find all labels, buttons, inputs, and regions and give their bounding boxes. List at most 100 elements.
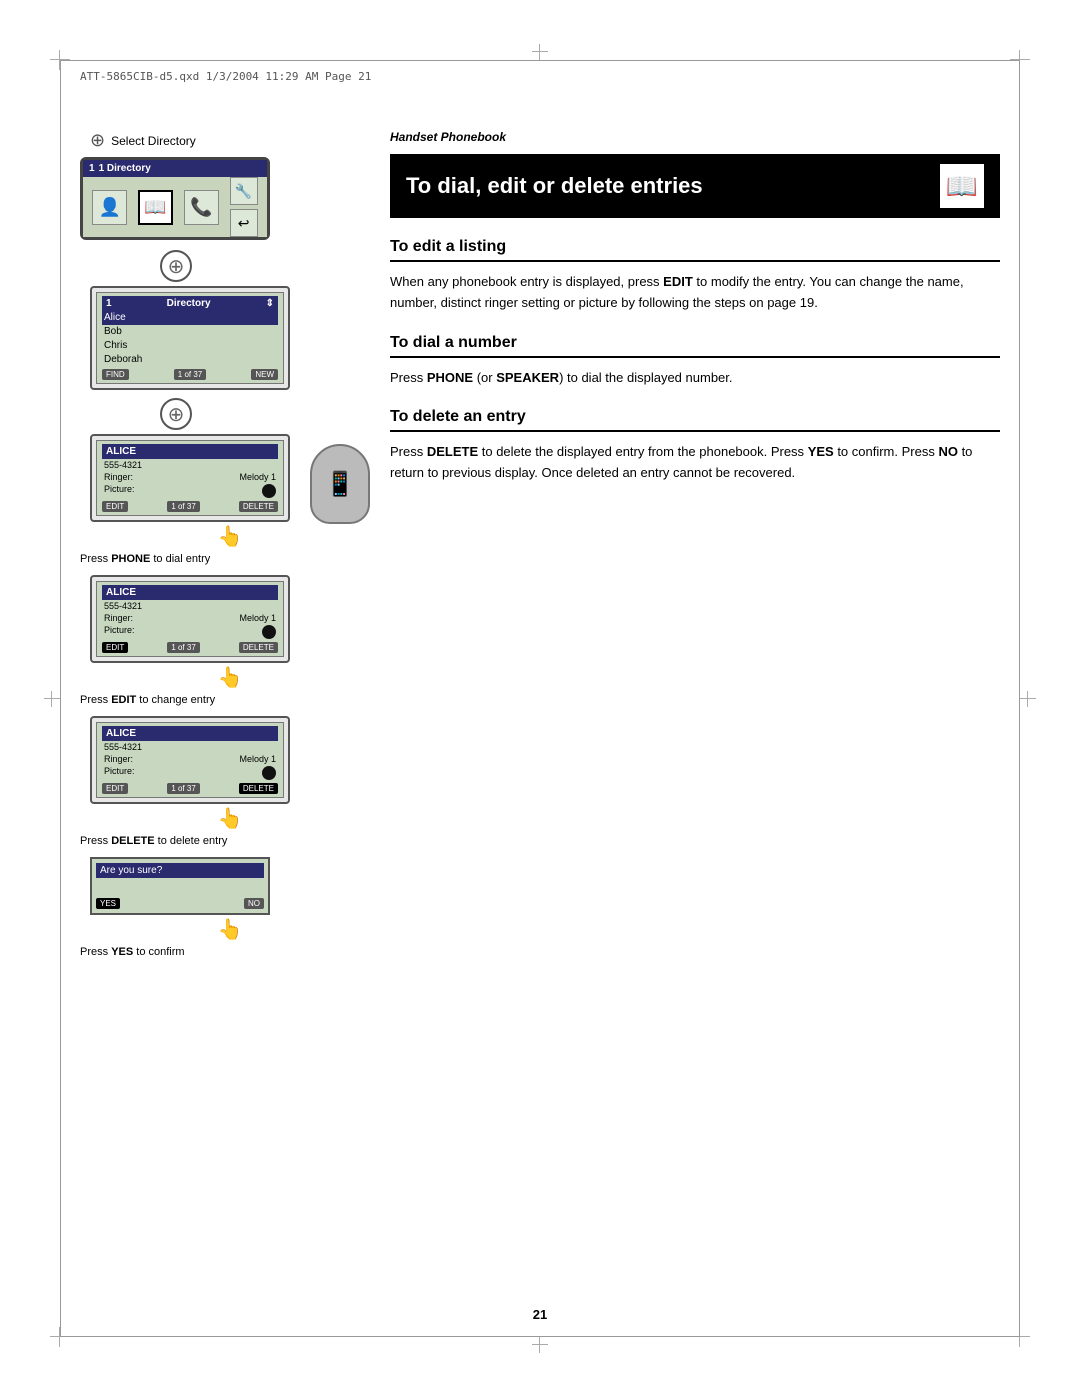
hand-cursor-2: 👆 bbox=[110, 665, 350, 690]
screen5-inner: ALICE 555-4321 Ringer: Melody 1 Picture:… bbox=[96, 722, 284, 798]
screen3-ringer-val: Melody 1 bbox=[239, 472, 276, 482]
softkey-count2: 1 of 37 bbox=[167, 501, 199, 512]
softkey-new: NEW bbox=[251, 369, 278, 380]
softkey-find: FIND bbox=[102, 369, 129, 380]
screen3-picture: Picture: bbox=[102, 483, 278, 499]
screen5-name: ALICE bbox=[102, 726, 278, 741]
screen4-softkeys: EDIT 1 of 37 DELETE bbox=[102, 642, 278, 653]
section-edit-heading: To edit a listing bbox=[390, 238, 1000, 262]
screen2-title: Directory bbox=[167, 298, 211, 309]
caption-delete: Press DELETE to delete entry bbox=[80, 835, 350, 847]
screen3-num-val: 555-4321 bbox=[104, 460, 142, 470]
first-phone-screen: 1 1 Directory 👤 📖 📞 🔧 ↩ bbox=[80, 157, 270, 240]
title-book-icon: 📖 bbox=[940, 164, 984, 208]
softkey-edit3: EDIT bbox=[102, 783, 128, 794]
softkey-count3: 1 of 37 bbox=[167, 642, 199, 653]
icon-book: 📖 bbox=[138, 190, 173, 225]
screen4-number: 555-4321 bbox=[102, 600, 278, 612]
screen3-picture-val bbox=[262, 484, 276, 498]
screen5-number: 555-4321 bbox=[102, 741, 278, 753]
screen3-picture-label: Picture: bbox=[104, 484, 135, 498]
screen2-softkeys: FIND 1 of 37 NEW bbox=[102, 369, 278, 380]
icon-group-right: 🔧 ↩ bbox=[230, 177, 258, 237]
first-phone-container: 1 1 Directory 👤 📖 📞 🔧 ↩ bbox=[80, 157, 280, 240]
page-title-text: To dial, edit or delete entries bbox=[406, 173, 703, 199]
softkey-edit2: EDIT bbox=[102, 642, 128, 653]
screen5-ringer-label: Ringer: bbox=[104, 754, 133, 764]
screen5-ringer: Ringer: Melody 1 bbox=[102, 753, 278, 765]
screen5: ALICE 555-4321 Ringer: Melody 1 Picture:… bbox=[90, 716, 290, 804]
screen4-picture: Picture: bbox=[102, 624, 278, 640]
right-column: Handset Phonebook To dial, edit or delet… bbox=[390, 130, 1000, 504]
screen2-deborah: Deborah bbox=[102, 353, 278, 367]
icon-person: 👤 bbox=[92, 190, 127, 225]
softkey-yes: YES bbox=[96, 898, 120, 909]
phone-handset-image: 📱 bbox=[310, 444, 370, 524]
nav-circle-2 bbox=[160, 398, 192, 430]
screen3-ringer: Ringer: Melody 1 bbox=[102, 471, 278, 483]
screen4-ringer-val: Melody 1 bbox=[239, 613, 276, 623]
section-edit-body: When any phonebook entry is displayed, p… bbox=[390, 272, 1000, 314]
softkey-delete: DELETE bbox=[239, 501, 278, 512]
page-border-right bbox=[1019, 60, 1020, 1337]
screen1-icons: 👤 📖 📞 🔧 ↩ bbox=[83, 177, 267, 237]
screen4-picture-val bbox=[262, 625, 276, 639]
softkey-count: 1 of 37 bbox=[174, 369, 206, 380]
caption-phone: Press PHONE to dial entry bbox=[80, 553, 350, 565]
select-label-text: Select Directory bbox=[111, 134, 196, 148]
screen1-number: 1 bbox=[89, 163, 95, 174]
caption-edit: Press EDIT to change entry bbox=[80, 694, 350, 706]
are-you-sure-screen: Are you sure? YES NO bbox=[90, 857, 270, 915]
section-dial-heading: To dial a number bbox=[390, 334, 1000, 358]
page-number: 21 bbox=[533, 1307, 547, 1322]
screen5-picture: Picture: bbox=[102, 765, 278, 781]
screen4-ringer: Ringer: Melody 1 bbox=[102, 612, 278, 624]
screen1-label: 1 Directory bbox=[99, 163, 151, 174]
softkey-count4: 1 of 37 bbox=[167, 783, 199, 794]
screen4: ALICE 555-4321 Ringer: Melody 1 Picture:… bbox=[90, 575, 290, 663]
select-directory-label: ⊕ Select Directory bbox=[90, 130, 350, 151]
hand-cursor-1: 👆 bbox=[110, 524, 350, 549]
section-label: Handset Phonebook bbox=[390, 130, 1000, 144]
screen2-arrow: ⇕ bbox=[266, 298, 274, 309]
softkey-edit: EDIT bbox=[102, 501, 128, 512]
reg-mark-top bbox=[530, 42, 550, 62]
nav-icon-1: ⊕ bbox=[90, 130, 105, 151]
hand-cursor-4: 👆 bbox=[110, 917, 350, 942]
screen3-container: ALICE 555-4321 Ringer: Melody 1 Picture:… bbox=[90, 434, 350, 522]
page-border-bottom bbox=[60, 1336, 1020, 1337]
screen3-name: ALICE bbox=[102, 444, 278, 459]
are-you-sure-question: Are you sure? bbox=[96, 863, 264, 878]
reg-mark-left bbox=[42, 689, 62, 709]
are-you-sure-keys: YES NO bbox=[96, 898, 264, 909]
screen4-picture-label: Picture: bbox=[104, 625, 135, 639]
icon-refresh: ↩ bbox=[230, 209, 258, 237]
reg-mark-bottom bbox=[530, 1335, 550, 1355]
screen4-num-val: 555-4321 bbox=[104, 601, 142, 611]
screen2: 1 Directory ⇕ Alice Bob Chris Deborah FI… bbox=[90, 286, 290, 390]
icon-phone: 📞 bbox=[184, 190, 219, 225]
screen2-alice: Alice bbox=[102, 311, 278, 325]
page-border-top bbox=[60, 60, 1020, 61]
section-delete-heading: To delete an entry bbox=[390, 408, 1000, 432]
reg-mark-right bbox=[1018, 689, 1038, 709]
screen1-header: 1 1 Directory bbox=[83, 160, 267, 177]
screen2-header: 1 Directory ⇕ bbox=[102, 296, 278, 311]
screen3-ringer-label: Ringer: bbox=[104, 472, 133, 482]
screen3-softkeys: EDIT 1 of 37 DELETE bbox=[102, 501, 278, 512]
icon-settings: 🔧 bbox=[230, 177, 258, 205]
screen4-ringer-label: Ringer: bbox=[104, 613, 133, 623]
page-title-banner: To dial, edit or delete entries 📖 bbox=[390, 154, 1000, 218]
page-meta: ATT-5865CIB-d5.qxd 1/3/2004 11:29 AM Pag… bbox=[80, 70, 371, 83]
screen5-num-val: 555-4321 bbox=[104, 742, 142, 752]
screen2-bob: Bob bbox=[102, 325, 278, 339]
page-border-left bbox=[60, 60, 61, 1337]
screen4-inner: ALICE 555-4321 Ringer: Melody 1 Picture:… bbox=[96, 581, 284, 657]
screen3-inner: ALICE 555-4321 Ringer: Melody 1 Picture:… bbox=[96, 440, 284, 516]
screen3: ALICE 555-4321 Ringer: Melody 1 Picture:… bbox=[90, 434, 290, 522]
section-delete-body: Press DELETE to delete the displayed ent… bbox=[390, 442, 1000, 484]
hand-cursor-3: 👆 bbox=[110, 806, 350, 831]
screen5-picture-val bbox=[262, 766, 276, 780]
screen3-number: 555-4321 bbox=[102, 459, 278, 471]
screen2-chris: Chris bbox=[102, 339, 278, 353]
